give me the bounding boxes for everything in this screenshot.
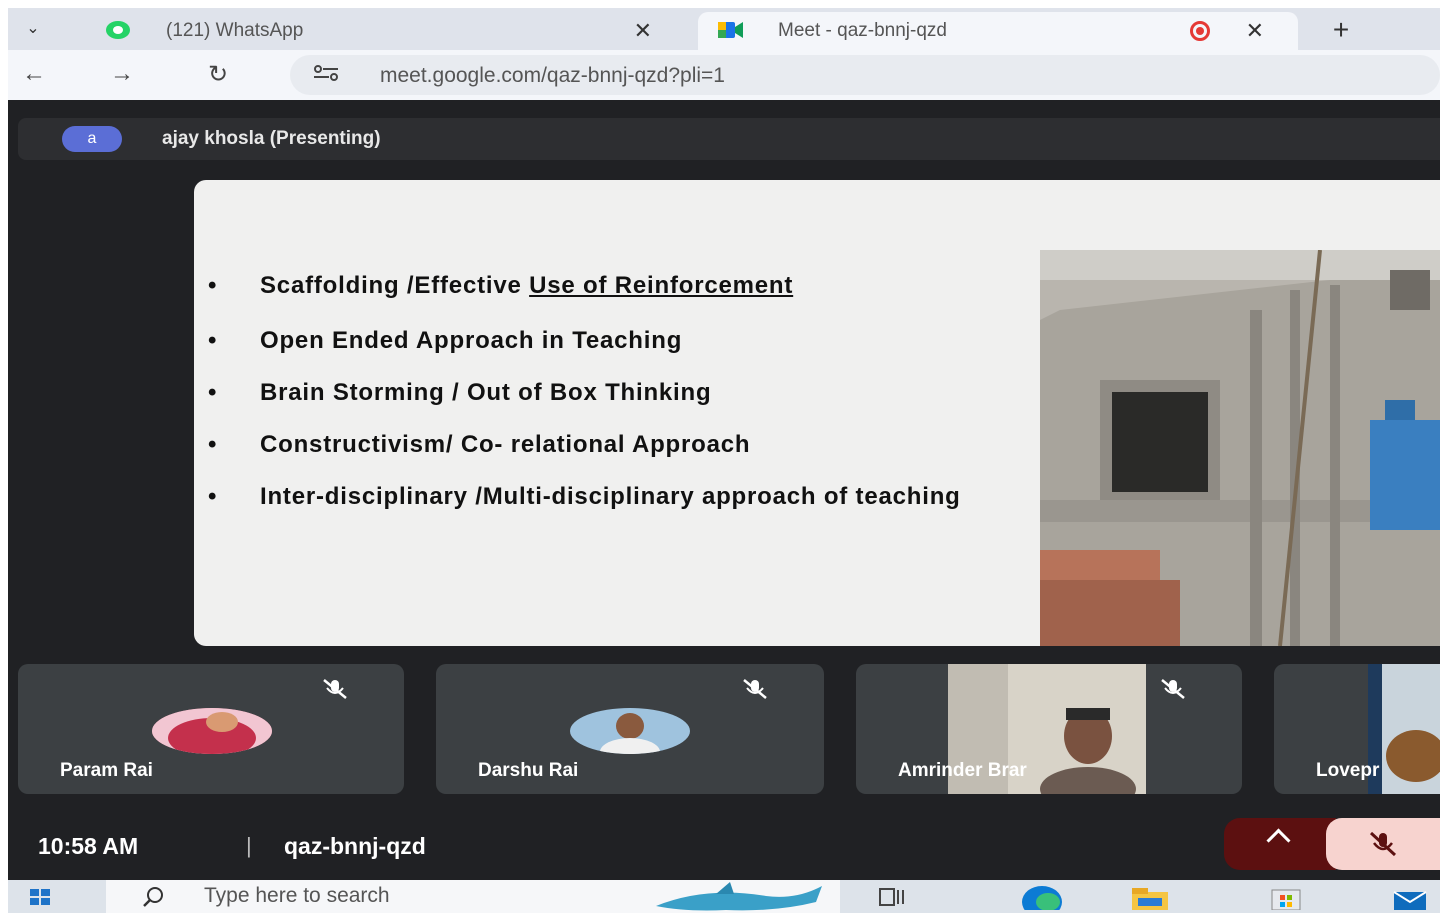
slide-bullet: Open Ended Approach in Teaching bbox=[204, 327, 1034, 354]
windows-taskbar bbox=[8, 880, 1440, 913]
slide-bullet: Scaffolding /Effective Use of Reinforcem… bbox=[204, 272, 1034, 299]
building-construction-photo bbox=[1040, 250, 1440, 646]
file-explorer-icon[interactable] bbox=[1128, 884, 1172, 910]
search-icon bbox=[142, 886, 164, 908]
new-tab-button[interactable]: + bbox=[1326, 14, 1356, 46]
participant-name: Darshu Rai bbox=[478, 760, 579, 781]
participant-name: Param Rai bbox=[60, 760, 153, 781]
participant-name: Amrinder Brar bbox=[898, 760, 1027, 781]
bullet-text: Brain Storming / Out of Box Thinking bbox=[260, 379, 712, 406]
edge-icon[interactable] bbox=[1020, 884, 1064, 913]
mic-off-icon bbox=[738, 678, 772, 700]
avatar bbox=[570, 708, 690, 754]
browser-tab-strip: ⌄ (121) WhatsApp ✕ Meet - qaz-bnnj-qzd ✕… bbox=[8, 8, 1440, 50]
participant-tile[interactable]: Darshu Rai bbox=[436, 664, 824, 794]
meeting-time: 10:58 AM bbox=[38, 833, 139, 859]
bullet-text: Scaffolding /Effective bbox=[260, 272, 530, 299]
mail-icon[interactable] bbox=[1388, 884, 1432, 910]
whatsapp-icon bbox=[106, 21, 130, 39]
tab-whatsapp[interactable]: (121) WhatsApp ✕ bbox=[86, 12, 676, 50]
mic-off-icon bbox=[1156, 678, 1190, 700]
task-view-icon[interactable] bbox=[876, 884, 910, 910]
meet-stage: a ajay khosla (Presenting) Scaffolding /… bbox=[8, 100, 1440, 913]
presenter-label: ajay khosla (Presenting) bbox=[162, 128, 381, 149]
microphone-toggle-button[interactable] bbox=[1326, 818, 1440, 870]
meeting-code: qaz-bnnj-qzd bbox=[284, 833, 426, 859]
slide-bullet-list: Scaffolding /Effective Use of Reinforcem… bbox=[204, 272, 1034, 510]
slide-bullet: Constructivism/ Co- relational Approach bbox=[204, 431, 1034, 458]
browser-toolbar: ← → ↻ meet.google.com/qaz-bnnj-qzd?pli=1 bbox=[8, 50, 1440, 100]
avatar bbox=[152, 708, 272, 754]
close-icon[interactable]: ✕ bbox=[634, 18, 652, 44]
bullet-text: Open Ended Approach in Teaching bbox=[260, 327, 683, 354]
search-input[interactable] bbox=[204, 884, 624, 908]
windows-start-icon[interactable] bbox=[24, 888, 58, 906]
bullet-text: Inter-disciplinary /Multi-disciplinary a… bbox=[260, 483, 961, 510]
chevron-down-icon[interactable]: ⌄ bbox=[18, 16, 48, 42]
tab-meet[interactable]: Meet - qaz-bnnj-qzd ✕ bbox=[698, 12, 1298, 50]
bullet-text-underlined: Use of Reinforcement bbox=[529, 272, 794, 299]
address-bar[interactable]: meet.google.com/qaz-bnnj-qzd?pli=1 bbox=[290, 55, 1440, 95]
google-meet-icon bbox=[718, 21, 743, 39]
url-text: meet.google.com/qaz-bnnj-qzd?pli=1 bbox=[380, 64, 725, 87]
screenshot-frame: ⌄ (121) WhatsApp ✕ Meet - qaz-bnnj-qzd ✕… bbox=[8, 8, 1440, 913]
audio-options-button[interactable] bbox=[1224, 818, 1336, 870]
recording-icon bbox=[1190, 21, 1210, 41]
forward-arrow-icon[interactable]: → bbox=[104, 60, 140, 88]
shared-slide: Scaffolding /Effective Use of Reinforcem… bbox=[194, 180, 1440, 646]
close-icon[interactable]: ✕ bbox=[1246, 18, 1264, 44]
avatar: a bbox=[62, 126, 122, 152]
site-info-icon[interactable] bbox=[312, 63, 340, 88]
participant-name: Lovepr bbox=[1316, 760, 1380, 781]
participant-tile[interactable]: Lovepr bbox=[1274, 664, 1440, 794]
mic-off-icon bbox=[1369, 831, 1397, 857]
slide-bullet: Brain Storming / Out of Box Thinking bbox=[204, 379, 1034, 406]
microsoft-store-icon[interactable] bbox=[1264, 884, 1308, 911]
back-arrow-icon[interactable]: ← bbox=[16, 60, 52, 88]
presenter-bar: a ajay khosla (Presenting) bbox=[18, 118, 1440, 160]
divider: | bbox=[246, 833, 252, 858]
participant-tile[interactable]: Amrinder Brar bbox=[856, 664, 1242, 794]
taskbar-search[interactable] bbox=[106, 880, 840, 913]
slide-bullet: Inter-disciplinary /Multi-disciplinary a… bbox=[204, 483, 1034, 510]
participant-tile[interactable]: Param Rai bbox=[18, 664, 404, 794]
dolphin-search-highlight-image bbox=[646, 880, 840, 913]
mic-off-icon bbox=[318, 678, 352, 700]
reload-icon[interactable]: ↻ bbox=[200, 60, 236, 89]
tab-title: (121) WhatsApp bbox=[166, 20, 304, 41]
bullet-text: Constructivism/ Co- relational Approach bbox=[260, 431, 751, 458]
chevron-up-icon bbox=[1266, 828, 1291, 853]
tab-title: Meet - qaz-bnnj-qzd bbox=[778, 20, 947, 41]
